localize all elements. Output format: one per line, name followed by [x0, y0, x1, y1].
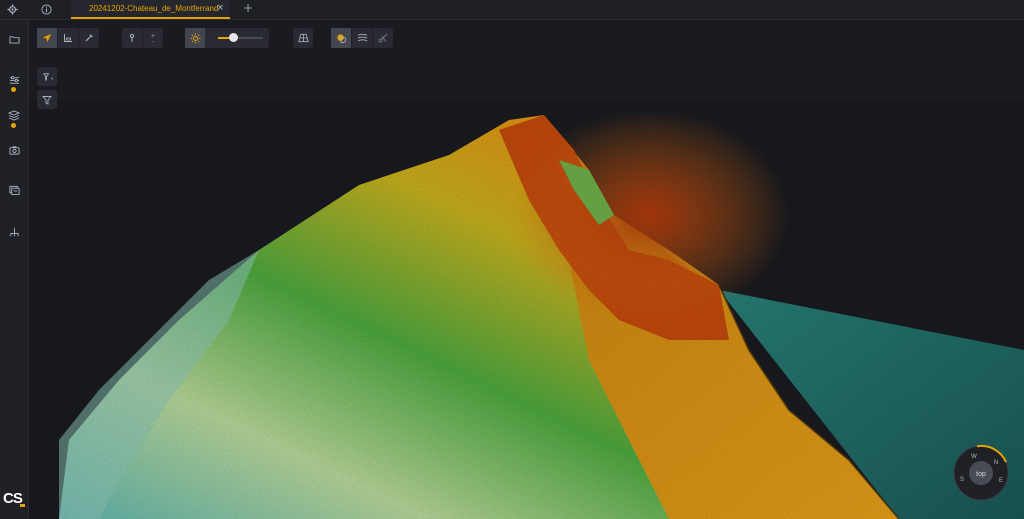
marker-tool-group: + -	[122, 28, 163, 48]
point-cloud-render	[29, 100, 1024, 519]
network-icon[interactable]	[6, 225, 22, 239]
pick-button[interactable]	[79, 28, 99, 48]
camera-icon[interactable]	[6, 143, 22, 157]
sun-icon	[189, 32, 201, 44]
navigate-button[interactable]	[37, 28, 58, 48]
project-tab[interactable]: 20241202-Chateau_de_Montferrand ×	[71, 0, 230, 19]
left-sidebar: CS	[0, 20, 29, 519]
pick-icon	[85, 34, 93, 42]
display-tool-group	[331, 28, 393, 48]
layers-icon[interactable]	[6, 108, 22, 122]
compass-west-label: W	[971, 454, 977, 460]
sliders-indicator-dot	[11, 87, 16, 92]
navigation-tool-group	[37, 28, 99, 48]
navigate-icon	[43, 34, 51, 42]
svg-text:+: +	[50, 76, 53, 82]
filter-button[interactable]	[37, 90, 57, 109]
pin-icon	[129, 33, 135, 42]
zoom-step-icon: +-	[151, 34, 155, 44]
filter-icon	[42, 95, 52, 105]
scissors-icon	[378, 33, 388, 43]
classify-icon: +	[42, 73, 53, 82]
point-cloud-viewport[interactable]: +- +	[29, 20, 1024, 519]
compass-north-label: N	[994, 460, 998, 466]
classify-button[interactable]: +	[37, 67, 57, 86]
tab-label: 20241202-Chateau_de_Montferrand	[89, 4, 219, 13]
logo-accent-bar	[20, 504, 25, 507]
add-tab-button[interactable]: +	[243, 1, 253, 15]
compass-center-label: top	[976, 471, 986, 478]
zoom-step-button[interactable]: + -	[143, 28, 163, 48]
app-logo: CS	[3, 490, 25, 507]
info-icon[interactable]	[38, 2, 54, 16]
folder-icon[interactable]	[6, 32, 22, 46]
tab-close-button[interactable]: ×	[216, 3, 224, 13]
point-cloud-button[interactable]	[331, 28, 352, 48]
view-tool-group	[293, 28, 313, 48]
pin-button[interactable]	[122, 28, 143, 48]
gear-icon[interactable]	[4, 2, 20, 16]
measure-button[interactable]	[58, 28, 79, 48]
point-cloud-icon	[336, 33, 346, 43]
scissors-button[interactable]	[373, 28, 393, 48]
contour-icon	[357, 33, 367, 42]
svg-text:-: -	[152, 39, 154, 44]
top-bar: 20241202-Chateau_de_Montferrand × +	[0, 0, 1024, 20]
layers-indicator-dot	[11, 123, 16, 128]
contour-button[interactable]	[352, 28, 373, 48]
sun-button[interactable]	[185, 28, 205, 48]
grid-view-icon	[297, 33, 309, 43]
grid-view-button[interactable]	[293, 28, 313, 48]
gallery-icon[interactable]	[6, 183, 22, 197]
compass-south-label: S	[960, 477, 964, 483]
compass-widget[interactable]: top W N E S	[952, 444, 1010, 502]
measure-icon	[64, 34, 72, 42]
compass-east-label: E	[999, 478, 1003, 484]
sliders-icon[interactable]	[6, 73, 22, 87]
